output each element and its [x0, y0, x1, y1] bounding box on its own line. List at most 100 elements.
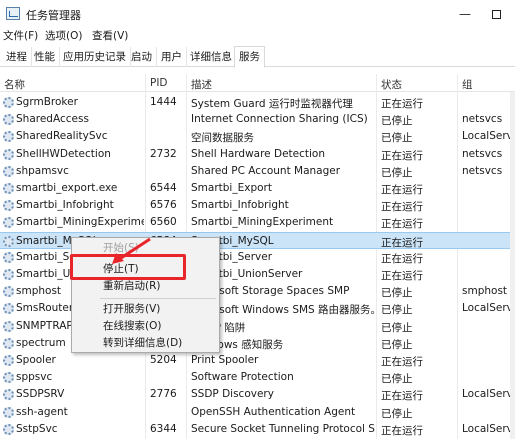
- service-description: Print Spooler: [191, 354, 259, 366]
- service-description: Secure Socket Tunneling Protocol S...: [191, 422, 375, 435]
- service-name: sppsvc: [16, 371, 53, 384]
- table-row[interactable]: sppsvc Software Protection 已停止: [0, 369, 515, 386]
- menu-separator: [100, 298, 216, 299]
- service-name: smartbi_export.exe: [16, 182, 118, 194]
- tab-startup[interactable]: 启动: [127, 47, 157, 67]
- service-gear-icon: [3, 183, 14, 194]
- service-status: 正在运行: [381, 201, 423, 214]
- menu-search-online[interactable]: 在线搜索(O): [72, 318, 219, 335]
- service-pid: 6560: [150, 216, 177, 229]
- table-row[interactable]: smartbi_export.exe 6544 Smartbi_Export 正在运行: [0, 180, 515, 197]
- service-description: Shell Hardware Detection: [191, 147, 325, 160]
- column-pid[interactable]: PID: [150, 77, 168, 89]
- table-row[interactable]: SharedAccess Internet Connection Sharing …: [0, 111, 515, 128]
- menu-options[interactable]: 选项(O): [45, 28, 82, 43]
- window-title: 任务管理器: [26, 9, 81, 22]
- service-pid: 6344: [150, 422, 177, 435]
- service-name: SharedAccess: [16, 113, 89, 126]
- service-status: 已停止: [381, 338, 413, 351]
- table-row[interactable]: SstpSvc 6344 Secure Socket Tunneling Proto…: [0, 421, 515, 438]
- table-row[interactable]: Smartbi_Infobright 6576 Smartbi_Infobright…: [0, 197, 515, 214]
- service-status: 已停止: [381, 407, 413, 420]
- service-status: 已停止: [381, 373, 413, 386]
- tab-details[interactable]: 详细信息: [186, 47, 237, 67]
- menu-open-services[interactable]: 打开服务(V): [72, 301, 219, 318]
- service-status: 已停止: [381, 304, 413, 317]
- service-gear-icon: [3, 235, 14, 247]
- minimize-button[interactable]: —: [453, 4, 477, 24]
- service-description: Smartbi_Export: [191, 182, 272, 194]
- service-gear-icon: [3, 320, 14, 332]
- tab-services[interactable]: 服务: [234, 46, 265, 68]
- service-gear-icon: [3, 200, 14, 212]
- service-gear-icon: [3, 131, 14, 143]
- service-status: 正在运行: [381, 218, 423, 231]
- service-status: 正在运行: [381, 184, 423, 196]
- service-gear-icon: [3, 303, 14, 315]
- service-name: SstpSvc: [16, 422, 58, 435]
- table-row[interactable]: SharedRealitySvc 空间数据服务 已停止 LocalService: [0, 128, 515, 145]
- service-status: 正在运行: [381, 236, 423, 249]
- table-row[interactable]: SgrmBroker 1444 System Guard 运行时监视器代理 正在运行: [0, 94, 515, 111]
- service-description: OpenSSH Authentication Agent: [191, 405, 356, 418]
- column-name[interactable]: 名称: [4, 77, 25, 92]
- service-name: Smartbi_Infobright: [16, 199, 114, 212]
- tab-users[interactable]: 用户: [157, 47, 187, 67]
- service-name: Smartbi_MiningExperime...: [16, 216, 144, 229]
- service-description: Software Protection: [191, 371, 294, 384]
- service-status: 已停止: [381, 166, 413, 179]
- service-status: 正在运行: [381, 98, 423, 110]
- service-gear-icon: [3, 97, 14, 108]
- service-group: netsvcs: [462, 164, 503, 177]
- service-description: System Guard 运行时监视器代理: [191, 98, 353, 110]
- service-group: LocalServic: [462, 302, 515, 315]
- service-gear-icon: [3, 406, 14, 418]
- service-group: netsvcs: [462, 147, 503, 160]
- tab-processes[interactable]: 进程: [2, 47, 32, 67]
- service-status: 正在运行: [381, 390, 423, 403]
- menu-bar: 文件(F) 选项(O) 查看(V): [0, 27, 515, 45]
- service-gear-icon: [3, 251, 14, 263]
- table-row[interactable]: shpamsvc Shared PC Account Manager 已停止 nets…: [0, 163, 515, 180]
- service-status: 正在运行: [381, 424, 423, 437]
- service-gear-icon: [3, 286, 14, 298]
- maximize-button[interactable]: [484, 4, 508, 24]
- service-gear-icon: [3, 217, 14, 229]
- menu-goto-details[interactable]: 转到详细信息(D): [72, 335, 219, 352]
- table-row[interactable]: ssh-agent OpenSSH Authentication Agent 已停止: [0, 404, 515, 421]
- service-description: Internet Connection Sharing (ICS): [191, 113, 368, 126]
- service-description: SSDP Discovery: [191, 388, 274, 401]
- column-description[interactable]: 描述: [191, 77, 212, 92]
- service-gear-icon: [3, 337, 14, 349]
- title-bar: 任务管理器 —: [0, 0, 515, 28]
- service-name: shpamsvc: [16, 164, 69, 177]
- service-gear-icon: [3, 165, 14, 177]
- menu-restart[interactable]: 重新启动(R): [72, 278, 219, 295]
- service-description: Shared PC Account Manager: [191, 164, 341, 177]
- table-row[interactable]: Spooler 5204 Print Spooler 正在运行: [0, 352, 515, 369]
- service-pid: 5204: [150, 354, 177, 366]
- service-gear-icon: [3, 423, 14, 435]
- service-gear-icon: [3, 114, 14, 126]
- table-row[interactable]: SSDPSRV 2776 SSDP Discovery 正在运行 LocalServic: [0, 386, 515, 403]
- service-status: 已停止: [381, 321, 413, 334]
- service-group: LocalServic: [462, 388, 515, 401]
- column-status[interactable]: 状态: [381, 77, 402, 92]
- menu-file[interactable]: 文件(F): [3, 28, 38, 43]
- menu-view[interactable]: 查看(V): [92, 28, 128, 43]
- table-row[interactable]: ShellHWDetection 2732 Shell Hardware Detec…: [0, 146, 515, 163]
- service-name: SgrmBroker: [16, 96, 78, 108]
- table-row[interactable]: Smartbi_MiningExperime... 6560 Smartbi_Min…: [0, 214, 515, 231]
- service-description: Smartbi_MiningExperiment: [191, 216, 334, 229]
- service-description: Smartbi_Infobright: [191, 199, 289, 212]
- service-gear-icon: [3, 148, 14, 160]
- tab-bar: 进程 性能 应用历史记录 启动 用户 详细信息 服务: [0, 45, 515, 68]
- tab-performance[interactable]: 性能: [30, 47, 60, 67]
- service-pid: 1444: [150, 96, 177, 108]
- column-group[interactable]: 组: [462, 77, 473, 92]
- scrollbar[interactable]: [510, 92, 515, 439]
- service-name: SSDPSRV: [16, 388, 65, 401]
- service-status: 已停止: [381, 287, 413, 300]
- tab-app-history[interactable]: 应用历史记录: [59, 47, 131, 67]
- service-pid: 6544: [150, 182, 177, 194]
